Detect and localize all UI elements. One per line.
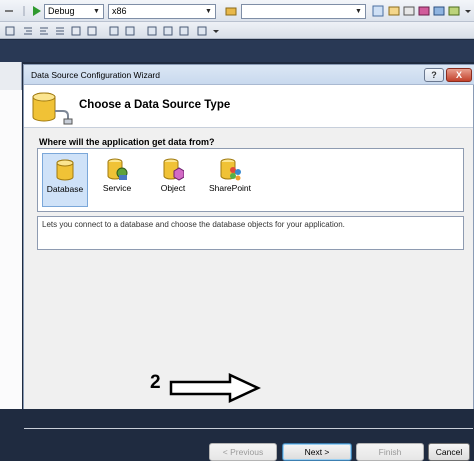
align-icon[interactable]	[54, 25, 66, 37]
bookmark-icon[interactable]	[108, 25, 120, 37]
ide-toolbar-editing	[0, 22, 474, 39]
uncomment-icon[interactable]	[86, 25, 98, 37]
close-button[interactable]: X	[446, 68, 472, 82]
data-source-label: Object	[160, 183, 186, 193]
finish-button[interactable]: Finish	[356, 443, 424, 461]
next-button[interactable]: Next >	[282, 443, 352, 461]
data-source-object[interactable]: Object	[150, 153, 196, 207]
solution-platform-value: x86	[112, 6, 127, 16]
clear-bookmarks-icon[interactable]	[196, 25, 208, 37]
find-in-files-icon[interactable]	[225, 5, 237, 17]
chevron-down-icon: ▼	[93, 8, 100, 15]
ide-tab-well	[0, 40, 474, 62]
database-wizard-icon	[30, 89, 74, 127]
data-source-label: Database	[46, 184, 84, 194]
find-combo[interactable]: ▼	[241, 4, 366, 19]
object-icon	[163, 158, 184, 181]
data-source-wizard-dialog: Data Source Configuration Wizard ? X Cho…	[23, 64, 474, 461]
cancel-button[interactable]: Cancel	[428, 443, 470, 461]
editor-page	[0, 90, 22, 409]
data-source-description: Lets you connect to a database and choos…	[37, 216, 464, 250]
toolbox-icon[interactable]	[418, 5, 430, 17]
button-separator	[24, 428, 473, 429]
format-icon[interactable]	[4, 25, 16, 37]
data-source-service[interactable]: Service	[94, 153, 140, 207]
sharepoint-icon	[220, 158, 241, 181]
wizard-header: Choose a Data Source Type	[24, 85, 473, 128]
wizard-heading: Choose a Data Source Type	[79, 99, 231, 111]
start-page-icon[interactable]	[433, 5, 445, 17]
comment-icon[interactable]	[70, 25, 82, 37]
data-source-label: SharePoint	[208, 183, 252, 193]
data-source-type-list: Database Service Object SharePoint	[37, 148, 464, 212]
outdent-icon[interactable]	[38, 25, 50, 37]
solution-configuration-value: Debug	[48, 6, 75, 16]
chevron-down-icon: ▼	[205, 8, 212, 15]
dialog-title: Data Source Configuration Wizard	[31, 70, 160, 80]
next-in-folder-icon[interactable]	[178, 25, 190, 37]
solution-configuration-combo[interactable]: Debug ▼	[44, 4, 104, 19]
next-bookmark-icon[interactable]	[146, 25, 158, 37]
data-source-label: Service	[102, 183, 132, 193]
solution-explorer-icon[interactable]	[372, 5, 384, 17]
object-browser-icon[interactable]	[403, 5, 415, 17]
right-arrow-annotation-icon	[169, 373, 261, 403]
database-icon	[56, 159, 74, 181]
indent-icon[interactable]	[22, 25, 34, 37]
help-button[interactable]: ?	[424, 68, 444, 82]
toolbar-overflow-icon[interactable]	[210, 25, 222, 37]
extension-manager-icon[interactable]	[448, 5, 460, 17]
data-source-database[interactable]: Database	[42, 153, 88, 207]
ide-toolbar-top: Debug ▼ x86 ▼ ▼	[0, 0, 474, 22]
toolbar-overflow-icon[interactable]	[462, 5, 474, 17]
data-source-sharepoint[interactable]: SharePoint	[202, 153, 258, 207]
prev-in-folder-icon[interactable]	[162, 25, 174, 37]
toolbar-arrow-icon[interactable]	[3, 5, 15, 17]
prev-bookmark-icon[interactable]	[124, 25, 136, 37]
start-debugging-icon[interactable]	[30, 5, 42, 17]
ide-side-panel	[0, 62, 22, 409]
toolbar-separator-icon	[18, 5, 30, 17]
solution-platform-combo[interactable]: x86 ▼	[108, 4, 216, 19]
data-source-question: Where will the application get data from…	[39, 137, 215, 147]
wizard-body: Where will the application get data from…	[24, 128, 473, 461]
step-number-annotation: 2	[150, 372, 161, 393]
previous-button[interactable]: < Previous	[209, 443, 277, 461]
service-icon	[107, 158, 128, 180]
chevron-down-icon: ▼	[355, 8, 362, 15]
properties-icon[interactable]	[388, 5, 400, 17]
dialog-titlebar[interactable]: Data Source Configuration Wizard ? X	[24, 65, 474, 85]
